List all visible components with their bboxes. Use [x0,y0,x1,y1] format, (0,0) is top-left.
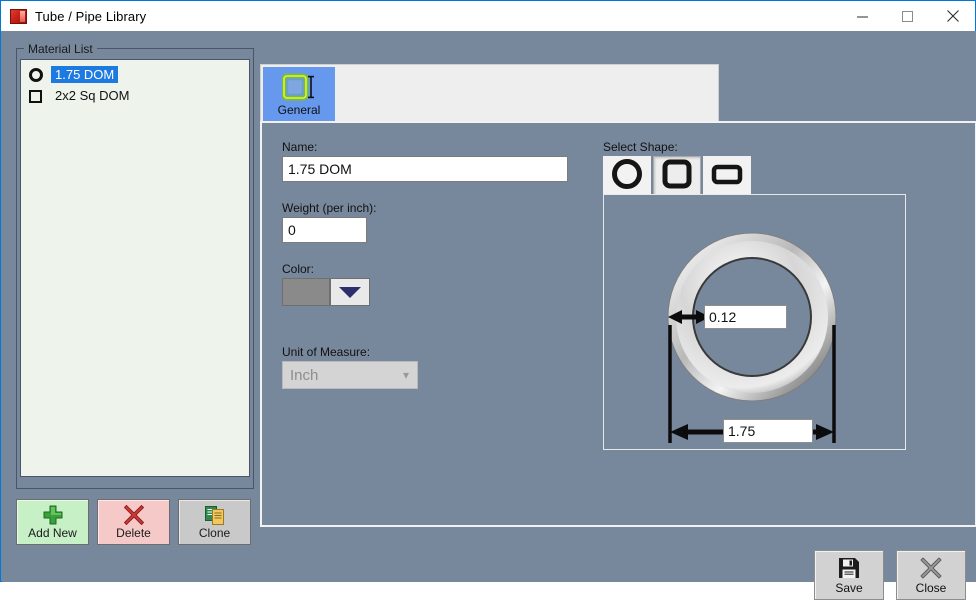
unit-of-measure-select[interactable]: Inch ▾ [282,361,418,389]
square-tube-shape-button[interactable] [653,156,701,196]
save-label: Save [835,581,863,595]
list-item-label: 1.75 DOM [51,66,119,83]
material-list[interactable]: 1.75 DOM 2x2 Sq DOM [20,59,250,477]
list-item[interactable]: 2x2 Sq DOM [21,85,249,106]
tab-strip: General [260,64,719,122]
plus-icon [42,504,64,526]
round-tube-shape-button[interactable] [603,156,651,196]
x-icon [919,555,943,581]
tab-general-label: General [277,103,321,117]
chevron-down-icon: ▾ [402,368,409,382]
circle-shape-icon [27,66,45,84]
weight-label: Weight (per inch): [282,201,377,215]
tube-profile-icon [282,72,316,102]
rectangle-tube-shape-button[interactable] [703,156,751,196]
color-label: Color: [282,262,315,276]
tube-cross-section-diagram [603,194,906,450]
unit-of-measure-value: Inch [290,366,319,384]
clone-label: Clone [198,526,231,540]
general-form-panel: Name: Weight (per inch): Color: Unit of … [260,121,976,527]
add-new-label: Add New [28,526,77,540]
copy-icon [204,504,226,526]
delete-label: Delete [116,526,151,540]
save-button[interactable]: Save [814,550,884,600]
name-input[interactable] [282,156,568,182]
list-item[interactable]: 1.75 DOM [21,64,249,85]
minimize-icon[interactable] [840,1,885,31]
tube-pipe-library-window: Tube / Pipe Library Material List 1.75 D… [0,0,976,600]
x-icon [123,504,145,526]
weight-input[interactable] [282,217,367,243]
tab-general[interactable]: General [263,67,335,121]
name-label: Name: [282,140,318,154]
window-controls [840,1,975,31]
outer-diameter-input[interactable] [723,419,813,443]
material-list-legend: Material List [24,42,97,56]
chevron-down-icon [339,286,361,298]
add-new-button[interactable]: Add New [16,499,89,545]
tube-app-icon [10,8,27,24]
shape-selector [603,156,753,196]
clone-button[interactable]: Clone [178,499,251,545]
circle-shape-icon [611,158,643,195]
wall-thickness-input[interactable] [704,305,787,329]
close-label: Close [915,581,947,595]
select-shape-label: Select Shape: [603,140,678,154]
window-title: Tube / Pipe Library [35,8,147,24]
title-bar: Tube / Pipe Library [1,1,975,31]
square-shape-icon [661,158,693,195]
rectangle-shape-icon [711,158,743,195]
maximize-icon[interactable] [885,1,930,31]
client-area: Material List 1.75 DOM 2x2 Sq DOM Add Ne… [2,31,976,600]
close-icon[interactable] [930,1,975,31]
color-dropdown-button[interactable] [330,278,370,306]
delete-button[interactable]: Delete [97,499,170,545]
close-button[interactable]: Close [896,550,966,600]
color-swatch[interactable] [282,278,330,306]
unit-of-measure-label: Unit of Measure: [282,345,371,359]
floppy-disk-icon [837,555,861,581]
square-shape-icon [27,87,45,105]
list-item-label: 2x2 Sq DOM [55,88,130,103]
